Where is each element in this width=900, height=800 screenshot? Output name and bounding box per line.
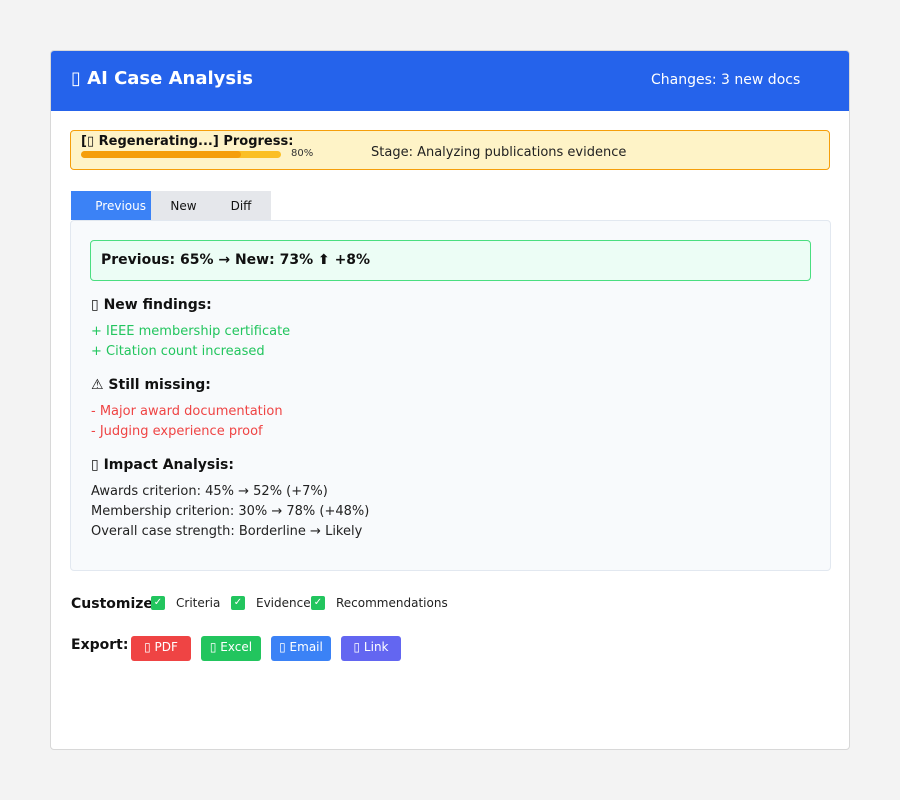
progress-percent: 80% [291,148,314,159]
export-excel-button[interactable]: ▯ Excel [201,636,261,661]
progress-bar [81,151,281,158]
tab-new[interactable]: New [151,191,216,220]
version-tabs: Previous New Diff [71,191,271,220]
new-findings-heading: ▯ New findings: [91,297,212,313]
header-bar: ▯ AI Case Analysis Changes: 3 new docs [51,51,849,111]
list-item: Membership criterion: 30% → 78% (+48%) [91,504,370,519]
tab-previous[interactable]: Previous [71,191,151,220]
case-analysis-window: ▯ AI Case Analysis Changes: 3 new docs [… [50,50,850,750]
export-link-button[interactable]: ▯ Link [341,636,401,661]
impact-analysis-heading: ▯ Impact Analysis: [91,457,234,473]
progress-label: [▯ Regenerating...] Progress: [81,134,294,149]
tab-diff[interactable]: Diff [216,191,266,220]
list-item: Overall case strength: Borderline → Like… [91,524,363,539]
export-email-button[interactable]: ▯ Email [271,636,331,661]
criteria-checkbox[interactable]: ✓ [151,596,165,610]
customize-label: Customize: [71,596,159,612]
score-summary-text: Previous: 65% → New: 73% ⬆ +8% [101,252,371,268]
score-summary: Previous: 65% → New: 73% ⬆ +8% [90,240,811,281]
list-item: + Citation count increased [91,344,265,359]
comparison-panel: Previous: 65% → New: 73% ⬆ +8% ▯ New fin… [70,220,831,571]
list-item: - Major award documentation [91,404,283,419]
list-item: - Judging experience proof [91,424,263,439]
evidence-label: Evidence [256,596,311,610]
export-label: Export: [71,637,129,653]
progress-bar-fill [81,151,241,158]
criteria-label: Criteria [176,596,221,610]
recommendations-label: Recommendations [336,596,448,610]
progress-banner: [▯ Regenerating...] Progress: 80% Stage:… [70,130,830,170]
export-pdf-button[interactable]: ▯ PDF [131,636,191,661]
list-item: + IEEE membership certificate [91,324,291,339]
evidence-checkbox[interactable]: ✓ [231,596,245,610]
progress-stage: Stage: Analyzing publications evidence [371,145,627,160]
page-title: ▯ AI Case Analysis [71,68,254,89]
still-missing-heading: ⚠ Still missing: [91,377,211,393]
changes-indicator: Changes: 3 new docs [651,72,801,88]
list-item: Awards criterion: 45% → 52% (+7%) [91,484,328,499]
recommendations-checkbox[interactable]: ✓ [311,596,325,610]
